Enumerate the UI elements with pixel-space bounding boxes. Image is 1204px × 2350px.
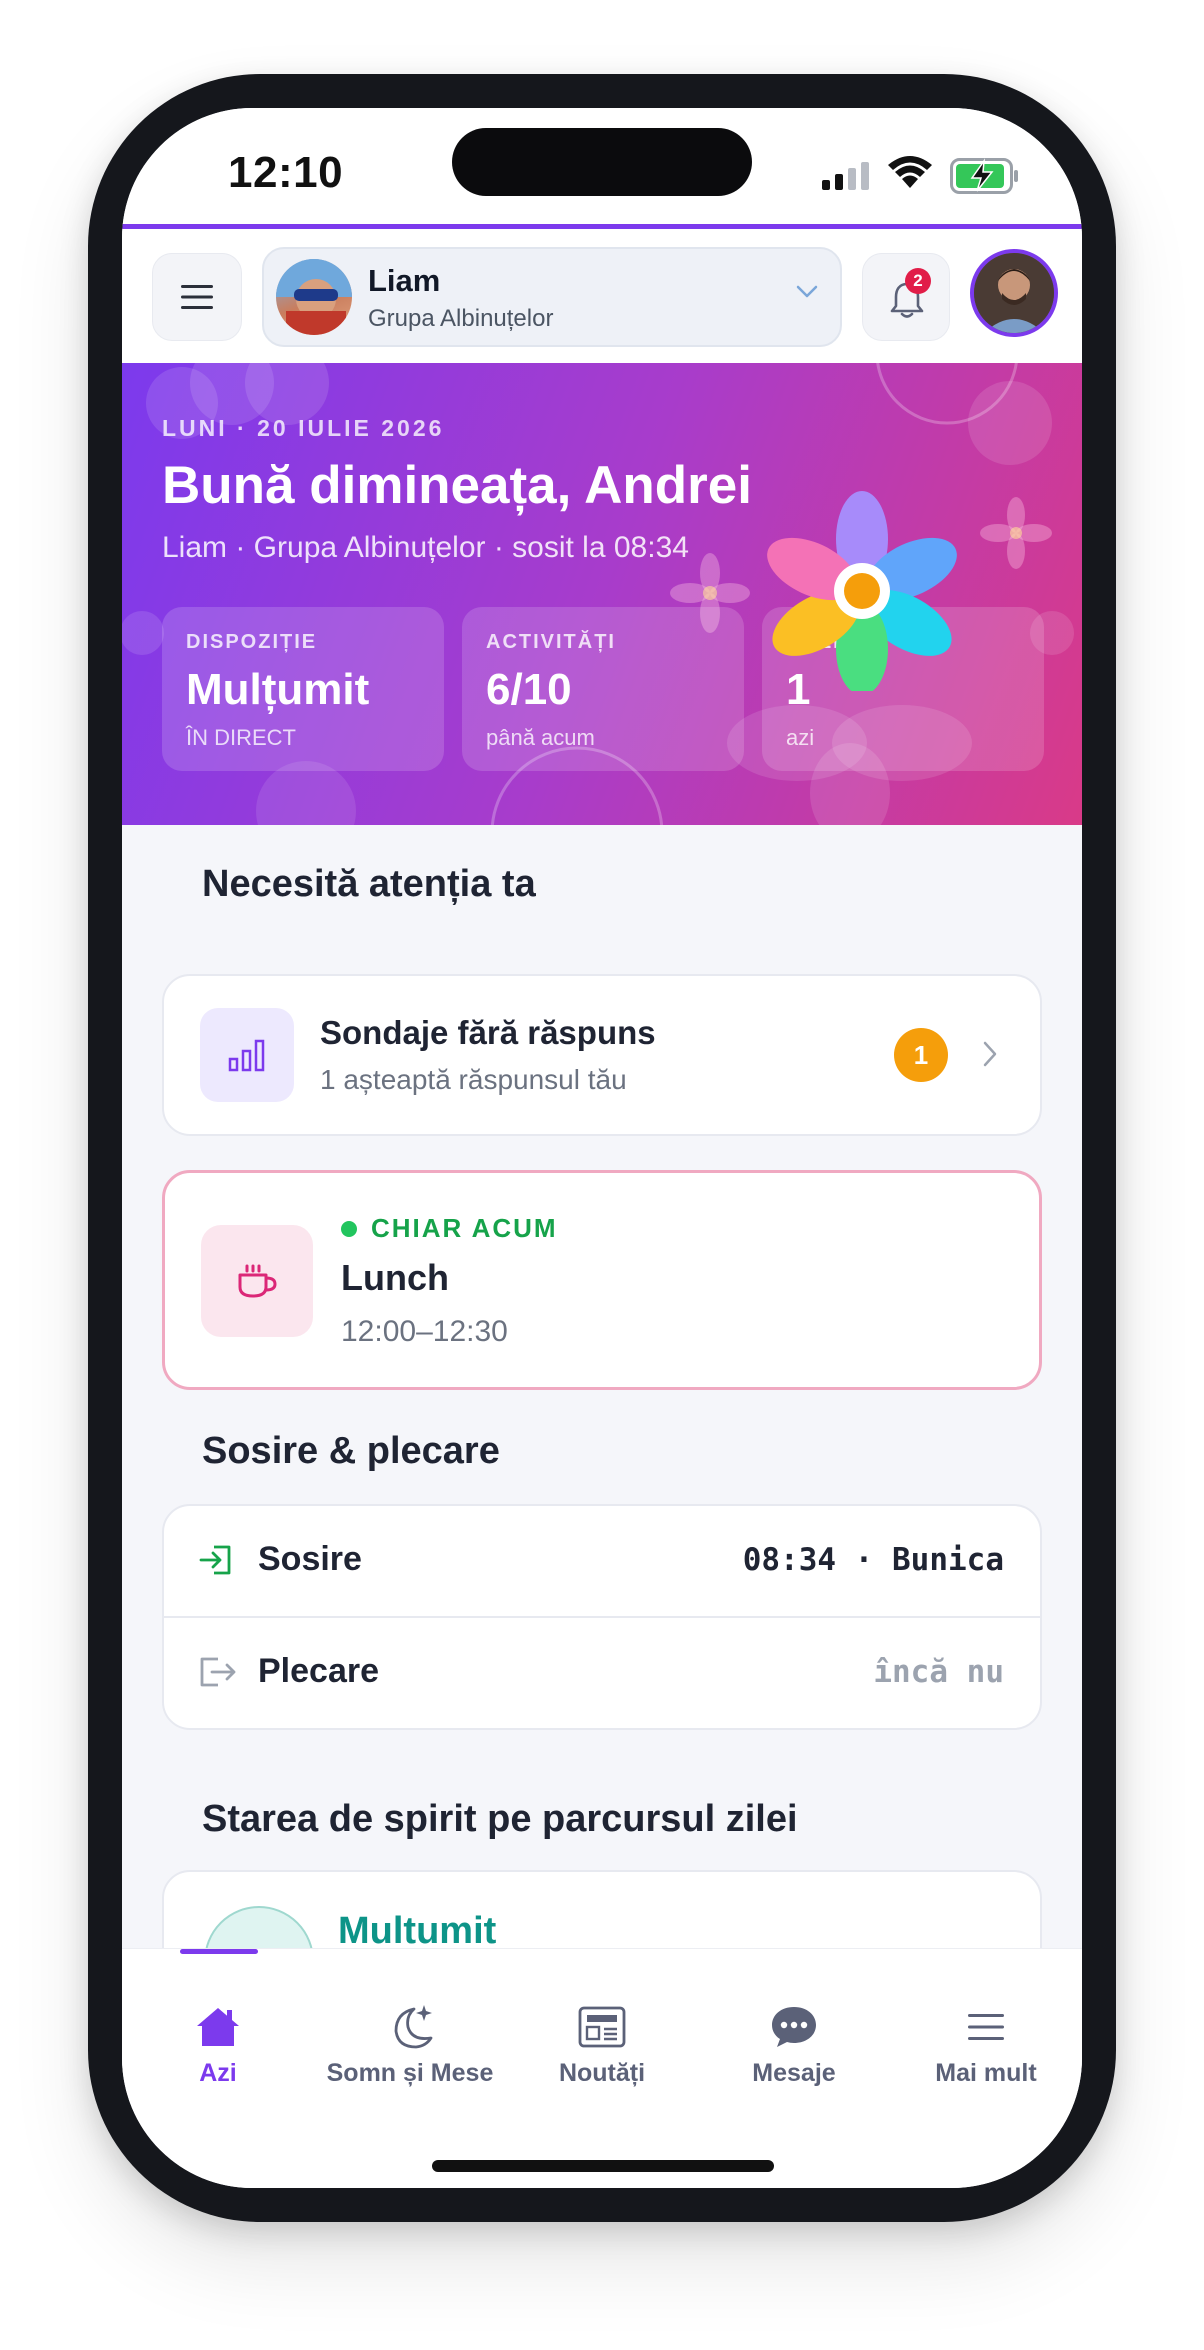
hero-date: LUNI · 20 IULIE 2026 bbox=[162, 415, 445, 441]
stat-card-mood[interactable]: DISPOZIȚIE Mulțumit ÎN DIRECT bbox=[162, 607, 444, 771]
unanswered-polls-card[interactable]: Sondaje fără răspuns 1 așteaptă răspunsu… bbox=[162, 974, 1042, 1136]
child-group: Grupa Albinuțelor bbox=[368, 305, 554, 332]
chevron-right-icon bbox=[983, 1041, 997, 1067]
hamburger-icon bbox=[181, 285, 213, 309]
mood-section-title: Starea de spirit pe parcursul zilei bbox=[202, 1798, 798, 1840]
dynamic-island bbox=[452, 128, 752, 196]
arrival-departure-card: Sosire 08:34 · Bunica Plecare încă nu bbox=[162, 1504, 1042, 1730]
notification-badge: 2 bbox=[905, 268, 931, 294]
poll-count-badge: 1 bbox=[894, 1028, 948, 1082]
login-arrow-icon bbox=[199, 1545, 231, 1575]
battery-charging-icon bbox=[950, 158, 1018, 194]
menu-icon bbox=[968, 2014, 1004, 2040]
now-tag: CHIAR ACUM bbox=[371, 1213, 558, 1243]
stat-label: ACTIVITĂȚI bbox=[486, 631, 616, 653]
logout-arrow-icon bbox=[200, 1657, 236, 1687]
profile-avatar[interactable] bbox=[970, 249, 1058, 337]
current-activity-card[interactable]: CHIAR ACUM Lunch 12:00–12:30 bbox=[162, 1170, 1042, 1390]
coffee-cup-icon bbox=[238, 1264, 277, 1298]
app-header: Liam Grupa Albinuțelor 2 bbox=[122, 229, 1082, 363]
bar-chart-icon bbox=[228, 1039, 265, 1072]
attention-section-title: Necesită atenția ta bbox=[202, 863, 536, 905]
hamburger-menu-button[interactable] bbox=[152, 253, 242, 341]
tab-label: Mai mult bbox=[935, 2059, 1037, 2087]
stat-value: Mulțumit bbox=[186, 665, 370, 714]
hero-banner: LUNI · 20 IULIE 2026 Bună dimineața, And… bbox=[122, 363, 1082, 825]
newspaper-icon bbox=[578, 2006, 626, 2048]
tab-label: Somn și Mese bbox=[326, 2059, 494, 2087]
stat-value: 1 bbox=[786, 665, 811, 714]
now-time: 12:00–12:30 bbox=[341, 1315, 508, 1348]
tab-azi[interactable]: Azi bbox=[122, 1949, 314, 2109]
chevron-down-icon bbox=[796, 285, 818, 298]
departure-label: Plecare bbox=[258, 1652, 379, 1690]
stat-card-activities[interactable]: ACTIVITĂȚI 6/10 până acum bbox=[462, 607, 744, 771]
arrival-row[interactable]: Sosire 08:34 · Bunica bbox=[164, 1506, 1040, 1618]
home-indicator[interactable] bbox=[432, 2160, 774, 2172]
status-bar: 12:10 bbox=[122, 108, 1082, 224]
stat-foot: până acum bbox=[486, 725, 595, 750]
tab-mesaje[interactable]: Mesaje bbox=[698, 1949, 890, 2109]
stat-foot: ÎN DIRECT bbox=[186, 725, 296, 750]
tab-label: Azi bbox=[199, 2059, 237, 2087]
tab-label: Mesaje bbox=[752, 2059, 836, 2087]
stat-card-photos[interactable]: POZE 1 azi bbox=[762, 607, 1044, 771]
cellular-signal-icon bbox=[822, 162, 869, 190]
status-time: 12:10 bbox=[228, 148, 344, 197]
arrival-value: 08:34 · Bunica bbox=[742, 1542, 1004, 1578]
active-tab-indicator bbox=[180, 1949, 258, 1954]
poll-title: Sondaje fără răspuns bbox=[320, 1014, 656, 1051]
moon-stars-icon bbox=[394, 2005, 433, 2049]
mood-current: Multumit bbox=[338, 1910, 497, 1952]
bottom-tab-bar: Azi Somn și Mese Noutăți Mesaje Mai mult bbox=[122, 1948, 1082, 2188]
child-avatar bbox=[276, 259, 352, 335]
hero-subtitle: Liam · Grupa Albinuțelor · sosit la 08:3… bbox=[162, 531, 689, 564]
app-screen: 12:10 Liam Grupa Albinuțelor 2 LUNI · 20… bbox=[122, 108, 1082, 2188]
stat-label: POZE bbox=[786, 631, 849, 653]
notifications-button[interactable]: 2 bbox=[862, 253, 950, 341]
stat-foot: azi bbox=[786, 725, 815, 750]
cup-icon-box bbox=[201, 1225, 313, 1337]
poll-subtitle: 1 așteaptă răspunsul tău bbox=[320, 1064, 627, 1095]
stat-label: DISPOZIȚIE bbox=[186, 631, 318, 653]
chat-bubble-icon bbox=[772, 2007, 816, 2047]
child-selector[interactable]: Liam Grupa Albinuțelor bbox=[262, 247, 842, 347]
tab-mai-mult[interactable]: Mai mult bbox=[890, 1949, 1082, 2109]
poll-icon-box bbox=[200, 1008, 294, 1102]
hero-greeting: Bună dimineața, Andrei bbox=[162, 456, 752, 515]
child-name: Liam bbox=[368, 263, 441, 298]
now-title: Lunch bbox=[341, 1257, 449, 1298]
home-icon bbox=[197, 2008, 239, 2046]
live-dot bbox=[341, 1221, 357, 1237]
stat-value: 6/10 bbox=[486, 665, 572, 714]
tab-noutati[interactable]: Noutăți bbox=[506, 1949, 698, 2109]
departure-value: încă nu bbox=[873, 1654, 1004, 1690]
departure-row[interactable]: Plecare încă nu bbox=[164, 1618, 1040, 1728]
tab-label: Noutăți bbox=[558, 2059, 646, 2087]
tab-somn-mese[interactable]: Somn și Mese bbox=[314, 1949, 506, 2109]
wifi-icon bbox=[888, 156, 932, 188]
arrival-label: Sosire bbox=[258, 1540, 362, 1578]
arrival-section-title: Sosire & plecare bbox=[202, 1430, 500, 1472]
